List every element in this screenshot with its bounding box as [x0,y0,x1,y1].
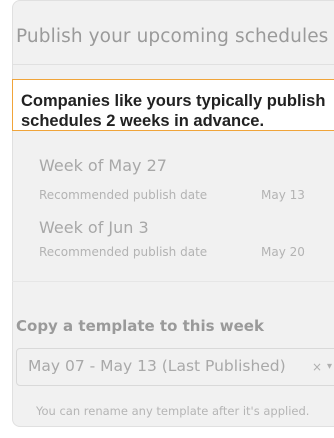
callout-line-1: Companies like yours typically publish [21,92,326,110]
recommended-publish-date: May 13 [261,188,305,202]
copy-template-title: Copy a template to this week [16,317,264,335]
callout-line-2: schedules 2 weeks in advance. [21,112,265,130]
section-divider [12,281,334,282]
week-label[interactable]: Week of Jun 3 [39,218,149,237]
recommended-publish-date: May 20 [261,245,305,259]
page-title: Publish your upcoming schedules [16,26,329,47]
publish-schedules-panel: Publish your upcoming schedules Companie… [0,0,334,438]
title-divider [12,64,334,65]
template-select[interactable]: May 07 - May 13 (Last Published) × ▾ [16,348,334,386]
rename-template-hint: You can rename any template after it's a… [36,404,310,418]
recommended-publish-label: Recommended publish date [39,188,208,202]
callout-text: Companies like yours typically publish s… [21,91,325,131]
chevron-down-icon[interactable]: ▾ [327,361,332,372]
week-label[interactable]: Week of May 27 [39,156,167,175]
template-select-value[interactable]: May 07 - May 13 (Last Published) [28,357,286,375]
advance-publish-callout: Companies like yours typically publish s… [12,79,334,131]
recommended-publish-label: Recommended publish date [39,245,208,259]
clear-icon[interactable]: × [312,360,322,374]
